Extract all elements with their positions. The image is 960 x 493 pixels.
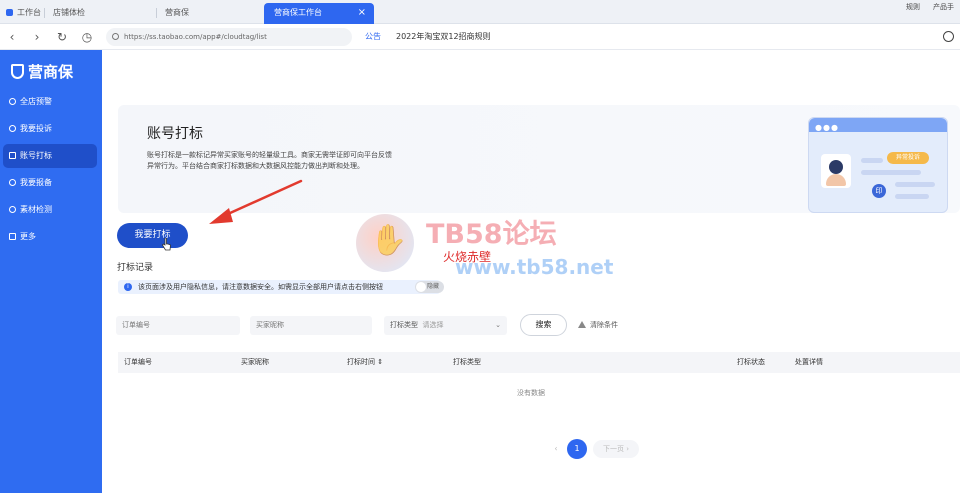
stamp-icon: 印 (872, 184, 886, 198)
info-icon: i (124, 283, 132, 291)
column-tag-time[interactable]: 打标时间 ⇕ (347, 352, 383, 373)
notice-label[interactable]: 公告 (365, 29, 381, 45)
grid-icon (9, 233, 16, 240)
column-buyer-nickname: 买家昵称 (241, 358, 269, 366)
privacy-toggle[interactable]: 隐藏 (415, 281, 444, 293)
alert-icon (9, 98, 16, 105)
sidebar-item-more[interactable]: 更多 (3, 225, 97, 249)
tab-yingshangbao-workbench[interactable]: 营商保工作台 × (264, 3, 374, 24)
tag-account-button[interactable]: 我要打标 (117, 223, 188, 248)
table-header: 订单编号 买家昵称 打标时间 ⇕ 打标类型 打标状态 处置详情 (118, 352, 960, 373)
sidebar-item-complaint[interactable]: 我要投诉 (3, 117, 97, 141)
reload-icon[interactable]: ↻ (54, 28, 70, 46)
tag-icon (9, 152, 16, 159)
sidebar-item-account-tag[interactable]: 账号打标 (3, 144, 97, 168)
scan-icon (9, 206, 16, 213)
complaint-icon (9, 125, 16, 132)
history-icon[interactable]: ◷ (79, 28, 95, 46)
sidebar-item-store-alert[interactable]: 全店预警 (3, 90, 97, 114)
hero-illustration: ●●● 异常投诉 印 (808, 117, 948, 213)
app-tab-strip: 工作台 店铺体检 营商保 营商保工作台 × 规则 产品手 (0, 0, 960, 24)
page-title: 账号打标 (147, 126, 203, 142)
page-description: 账号打标是一款标记异常买家账号的轻量级工具。商家无需举证即可向平台反馈 异常行为… (147, 151, 392, 170)
column-disposal-details: 处置详情 (795, 358, 823, 366)
report-icon (9, 179, 16, 186)
column-tag-type: 打标类型 (453, 358, 481, 366)
empty-state: 没有数据 (517, 389, 545, 397)
notice-text[interactable]: 2022年淘宝双12招商规则 (396, 29, 491, 45)
tab-store-check[interactable]: 店铺体检 (44, 3, 85, 24)
privacy-tip: i 该页面涉及用户隐私信息，请注意数据安全。如需显示全部用户请点击右侧按钮 (118, 280, 440, 294)
previous-page-icon[interactable]: ‹ (549, 442, 563, 456)
user-card-icon (821, 154, 851, 188)
buyer-nickname-input[interactable] (250, 316, 372, 335)
product-link[interactable]: 产品手 (933, 2, 954, 12)
chevron-down-icon: ⌄ (495, 321, 501, 329)
sort-icon: ⇕ (377, 358, 384, 366)
column-order-number: 订单编号 (124, 358, 152, 366)
sidebar-item-material-check[interactable]: 素材检测 (3, 198, 97, 222)
main-content: 账号打标 账号打标是一款标记异常买家账号的轻量级工具。商家无需举证即可向平台反馈… (102, 50, 960, 493)
sidebar-item-report[interactable]: 我要报备 (3, 171, 97, 195)
illustration-tag: 异常投诉 (887, 152, 929, 164)
tab-yingshangbao[interactable]: 营商保 (156, 3, 189, 24)
shield-icon (11, 64, 24, 79)
page-number-current[interactable]: 1 (567, 439, 587, 459)
clear-filters-button[interactable]: 清除条件 (578, 316, 618, 335)
forward-icon[interactable]: › (29, 28, 45, 46)
next-page-button[interactable]: 下一页 › (593, 440, 639, 458)
search-icon (112, 33, 119, 40)
rules-link[interactable]: 规则 (906, 2, 920, 12)
extension-icon[interactable] (943, 31, 954, 42)
home-icon (6, 9, 13, 16)
tag-type-select[interactable]: 打标类型 请选择 ⌄ (384, 316, 507, 335)
hand-cursor-icon (162, 238, 171, 251)
url-field[interactable]: https://ss.taobao.com/app#/cloudtag/list (106, 28, 352, 46)
column-tag-status: 打标状态 (737, 358, 765, 366)
back-icon[interactable]: ‹ (4, 28, 20, 46)
clear-icon (578, 321, 586, 328)
address-bar: ‹ › ↻ ◷ https://ss.taobao.com/app#/cloud… (0, 24, 960, 50)
annotation-arrow (209, 179, 303, 224)
sidebar: 营商保 全店预警 我要投诉 账号打标 我要报备 素材检测 更多 (0, 50, 102, 493)
order-number-input[interactable] (116, 316, 240, 335)
records-title: 打标记录 (117, 263, 154, 273)
close-icon[interactable]: × (358, 3, 366, 23)
brand-logo: 营商保 (11, 62, 73, 82)
tab-workbench[interactable]: 工作台 (0, 3, 41, 24)
search-button[interactable]: 搜索 (520, 314, 567, 336)
